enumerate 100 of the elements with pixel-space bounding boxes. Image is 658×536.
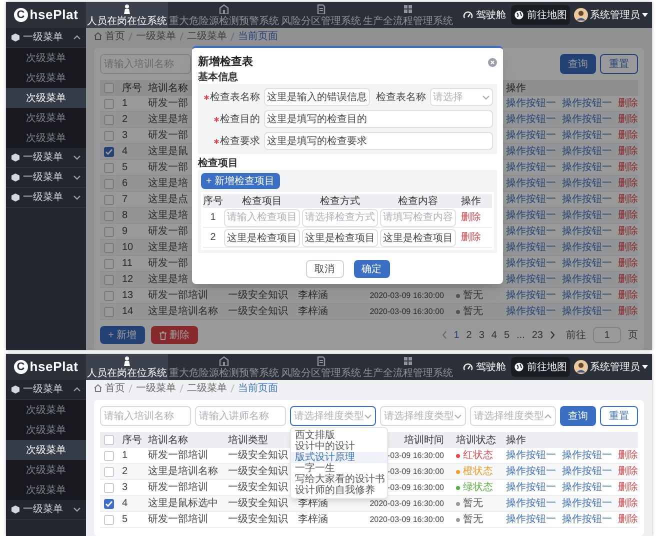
page-input[interactable]: 1 xyxy=(593,327,621,343)
action-link[interactable]: 操作按钮一 xyxy=(562,128,612,143)
nav-tab[interactable]: 人员在岗在位系统 xyxy=(86,2,168,28)
breadcrumb-link[interactable]: 首页 xyxy=(105,380,125,396)
primary-button[interactable]: 确定 xyxy=(354,260,390,278)
action-link[interactable]: 操作按钮一 xyxy=(562,208,612,223)
primary-button[interactable]: 查询 xyxy=(560,406,596,426)
dropdown-option[interactable]: 一字一生 xyxy=(291,463,387,474)
menu-item[interactable]: 次级菜单 xyxy=(6,440,86,460)
dropdown-option[interactable]: 写给大家看的设计书 xyxy=(291,474,387,485)
outline-button[interactable]: 重置 xyxy=(600,54,638,74)
action-link[interactable]: 操作按钮一 xyxy=(506,96,556,111)
delete-link[interactable]: 删除 xyxy=(618,448,638,463)
action-link[interactable]: 操作按钮一 xyxy=(562,96,612,111)
menu-item[interactable]: 次级菜单 xyxy=(6,420,86,440)
input-field[interactable]: 这里是检查项目 xyxy=(224,228,300,246)
delete-link[interactable]: 删除 xyxy=(618,304,638,319)
action-link[interactable]: 操作按钮一 xyxy=(506,112,556,127)
action-link[interactable]: 操作按钮一 xyxy=(506,304,556,319)
delete-link[interactable]: 删除 xyxy=(618,480,638,495)
delete-link[interactable]: 删除 xyxy=(618,192,638,207)
select-field[interactable]: 请选择维度类型 xyxy=(380,406,466,426)
nav-tab[interactable]: 重大危险源检测预警系统 xyxy=(168,2,280,28)
input-field[interactable]: 这里是输入的错误信息 xyxy=(264,88,370,106)
input-field[interactable]: 请选择检查方式 xyxy=(302,208,378,226)
action-link[interactable]: 操作按钮一 xyxy=(562,176,612,191)
dropdown-option[interactable]: 版式设计原理 xyxy=(291,452,387,463)
action-link[interactable]: 操作按钮一 xyxy=(506,144,556,159)
action-link[interactable]: 操作按钮一 xyxy=(506,224,556,239)
nav-tab[interactable]: 风险分区管理系统 xyxy=(280,2,362,28)
delete-link[interactable]: 删除 xyxy=(618,96,638,111)
menu-item[interactable]: 次级菜单 xyxy=(6,128,86,148)
outline-button[interactable]: 重置 xyxy=(600,406,638,426)
action-link[interactable]: 操作按钮一 xyxy=(562,496,612,511)
delete-link[interactable]: 删除 xyxy=(461,230,481,245)
header-link[interactable]: 驾驶舱 xyxy=(460,357,509,377)
action-link[interactable]: 操作按钮一 xyxy=(506,240,556,255)
delete-link[interactable]: 删除 xyxy=(618,208,638,223)
action-link[interactable]: 操作按钮一 xyxy=(506,192,556,207)
menu-item[interactable]: 次级菜单 xyxy=(6,460,86,480)
checkbox[interactable] xyxy=(104,498,114,508)
add-item-button[interactable]: + 新增检查项目 xyxy=(201,173,280,189)
nav-tab[interactable]: 生产全流程管理系统 xyxy=(362,2,454,28)
action-link[interactable]: 操作按钮一 xyxy=(562,240,612,255)
delete-link[interactable]: 删除 xyxy=(618,288,638,303)
menu-item[interactable]: 次级菜单 xyxy=(6,68,86,88)
search-field[interactable]: 请输入讲师名称 xyxy=(195,406,286,426)
menu-item[interactable]: 次级菜单 xyxy=(6,480,86,500)
dropdown-option[interactable]: 设计师的自我修养 xyxy=(291,485,387,496)
dropdown-option[interactable]: 西文排版 xyxy=(291,430,387,441)
action-link[interactable]: 操作按钮一 xyxy=(562,464,612,479)
action-link[interactable]: 操作按钮一 xyxy=(506,288,556,303)
menu-item[interactable]: 次级菜单 xyxy=(6,400,86,420)
dropdown-option[interactable]: 设计中的设计 xyxy=(291,441,387,452)
action-link[interactable]: 操作按钮一 xyxy=(506,208,556,223)
menu-item[interactable]: 次级菜单 xyxy=(6,108,86,128)
previous-page-button[interactable] xyxy=(442,331,447,339)
select-field[interactable]: 请选择 xyxy=(430,88,493,106)
action-link[interactable]: 操作按钮一 xyxy=(506,448,556,463)
delete-link[interactable]: 删除 xyxy=(618,112,638,127)
delete-link[interactable]: 删除 xyxy=(461,210,481,225)
page-button[interactable]: 23 xyxy=(532,328,543,342)
breadcrumb-link[interactable]: 当前页面 xyxy=(238,28,278,44)
action-link[interactable]: 操作按钮一 xyxy=(562,192,612,207)
delete-link[interactable]: 删除 xyxy=(618,160,638,175)
input-field[interactable]: 这里是填写的检查目的 xyxy=(264,110,493,128)
action-link[interactable]: 操作按钮一 xyxy=(562,448,612,463)
close-button[interactable] xyxy=(488,58,497,66)
input-field[interactable]: 请输入检查项目 xyxy=(224,208,300,226)
menu-item[interactable]: 次级菜单 xyxy=(6,88,86,108)
primary-button[interactable]: 查询 xyxy=(560,54,596,74)
action-link[interactable]: 操作按钮一 xyxy=(506,176,556,191)
breadcrumb-link[interactable]: 二级菜单 xyxy=(187,380,227,396)
outline-button[interactable]: 取消 xyxy=(306,260,344,278)
delete-link[interactable]: 删除 xyxy=(618,512,638,527)
nav-tab[interactable]: 生产全流程管理系统 xyxy=(362,354,454,380)
action-link[interactable]: 操作按钮一 xyxy=(506,272,556,287)
delete-link[interactable]: 删除 xyxy=(618,176,638,191)
action-link[interactable]: 操作按钮一 xyxy=(562,112,612,127)
header-link[interactable]: 前往地图 xyxy=(511,357,570,377)
select-field[interactable]: 请选择维度类型 xyxy=(290,406,376,426)
page-button[interactable]: 2 xyxy=(466,328,472,342)
action-link[interactable]: 操作按钮一 xyxy=(562,160,612,175)
page-button[interactable]: 4 xyxy=(491,328,497,342)
delete-button[interactable]: 删除 xyxy=(150,326,198,344)
search-field[interactable]: 请输入培训名称 xyxy=(100,406,191,426)
action-link[interactable]: 操作按钮一 xyxy=(562,288,612,303)
action-link[interactable]: 操作按钮一 xyxy=(506,464,556,479)
action-link[interactable]: 操作按钮一 xyxy=(506,512,556,527)
breadcrumb-link[interactable]: 首页 xyxy=(105,28,125,44)
delete-link[interactable]: 删除 xyxy=(618,240,638,255)
primary-button[interactable]: + 新增 xyxy=(100,326,145,344)
delete-link[interactable]: 删除 xyxy=(618,256,638,271)
input-field[interactable]: 这里是填写的检查要求 xyxy=(264,132,493,150)
nav-tab[interactable]: 人员在岗在位系统 xyxy=(86,354,168,380)
delete-link[interactable]: 删除 xyxy=(618,144,638,159)
action-link[interactable]: 操作按钮一 xyxy=(562,512,612,527)
delete-link[interactable]: 删除 xyxy=(618,464,638,479)
user-name[interactable]: 系统管理员 xyxy=(590,8,640,22)
header-link[interactable]: 前往地图 xyxy=(511,5,570,25)
